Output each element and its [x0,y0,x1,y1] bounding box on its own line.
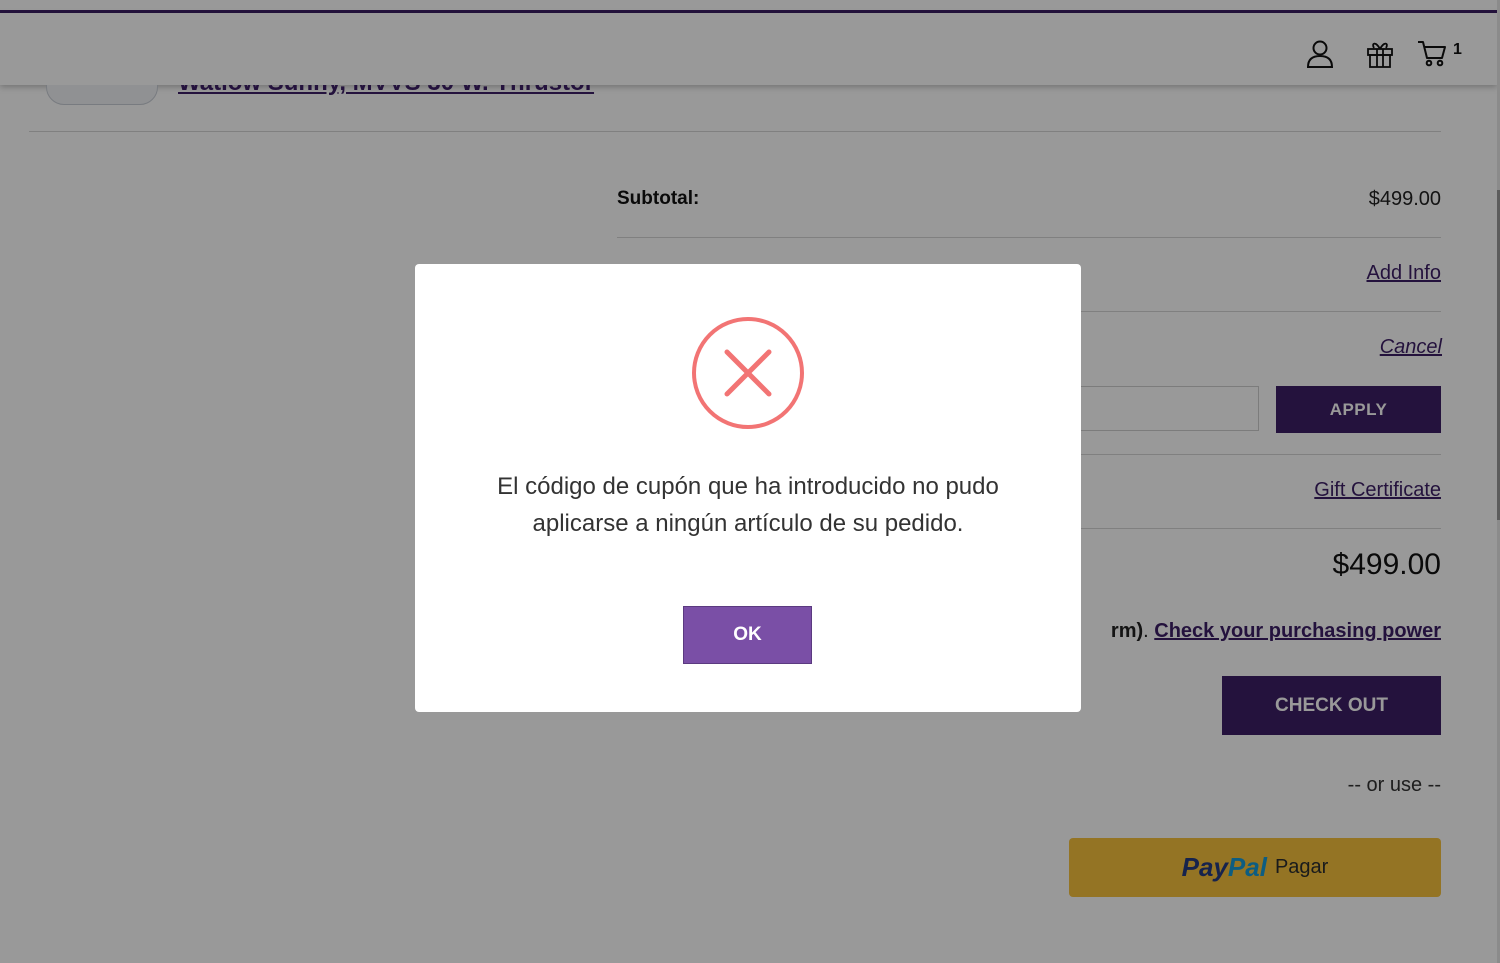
error-message: El código de cupón que ha introducido no… [497,473,999,537]
error-dialog: El código de cupón que ha introducido no… [415,264,1081,712]
ok-button[interactable]: OK [683,606,812,664]
error-x-icon [692,317,804,429]
